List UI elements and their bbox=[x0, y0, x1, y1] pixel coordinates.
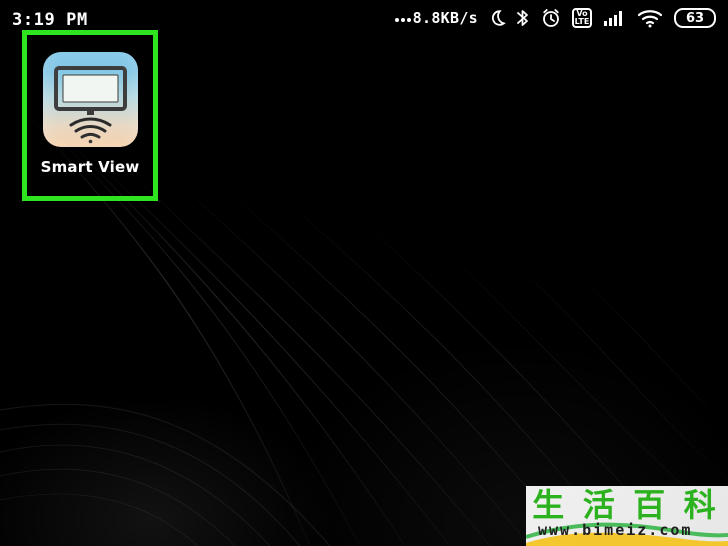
volte-bottom-text: LTE bbox=[574, 17, 590, 26]
smart-view-icon[interactable] bbox=[43, 52, 138, 147]
status-time: 3:19 PM bbox=[12, 10, 88, 30]
wifi-icon bbox=[636, 8, 664, 28]
bluetooth-icon bbox=[516, 8, 530, 28]
watermark-char-1: 生 bbox=[532, 486, 571, 524]
battery-icon: 63 bbox=[674, 8, 716, 28]
network-speed: 8.8KB/s bbox=[412, 9, 478, 27]
status-bar: 3:19 PM 8.8KB/s Vo LTE 63 bbox=[0, 0, 728, 40]
watermark-chinese-text: 生 活 百 科 bbox=[526, 488, 728, 522]
battery-level: 63 bbox=[685, 10, 705, 26]
dots-icon bbox=[394, 17, 411, 22]
watermark-char-2: 活 bbox=[582, 486, 621, 524]
alarm-icon bbox=[540, 8, 562, 28]
signal-icon bbox=[602, 8, 626, 28]
phone-home-screen: 3:19 PM 8.8KB/s Vo LTE 63 Smart View 生 活… bbox=[0, 0, 728, 546]
watermark-url: www.bimeiz.com bbox=[538, 521, 693, 539]
status-icons-group: 8.8KB/s Vo LTE 63 bbox=[394, 8, 716, 28]
watermark-char-3: 百 bbox=[633, 486, 672, 524]
watermark-char-4: 科 bbox=[683, 486, 722, 524]
watermark-logo: 生 活 百 科 www.bimeiz.com bbox=[526, 486, 728, 546]
volte-icon: Vo LTE bbox=[572, 8, 592, 28]
network-speed-group: 8.8KB/s bbox=[394, 9, 478, 27]
app-label-smart-view: Smart View bbox=[40, 158, 140, 176]
moon-icon bbox=[488, 8, 506, 28]
